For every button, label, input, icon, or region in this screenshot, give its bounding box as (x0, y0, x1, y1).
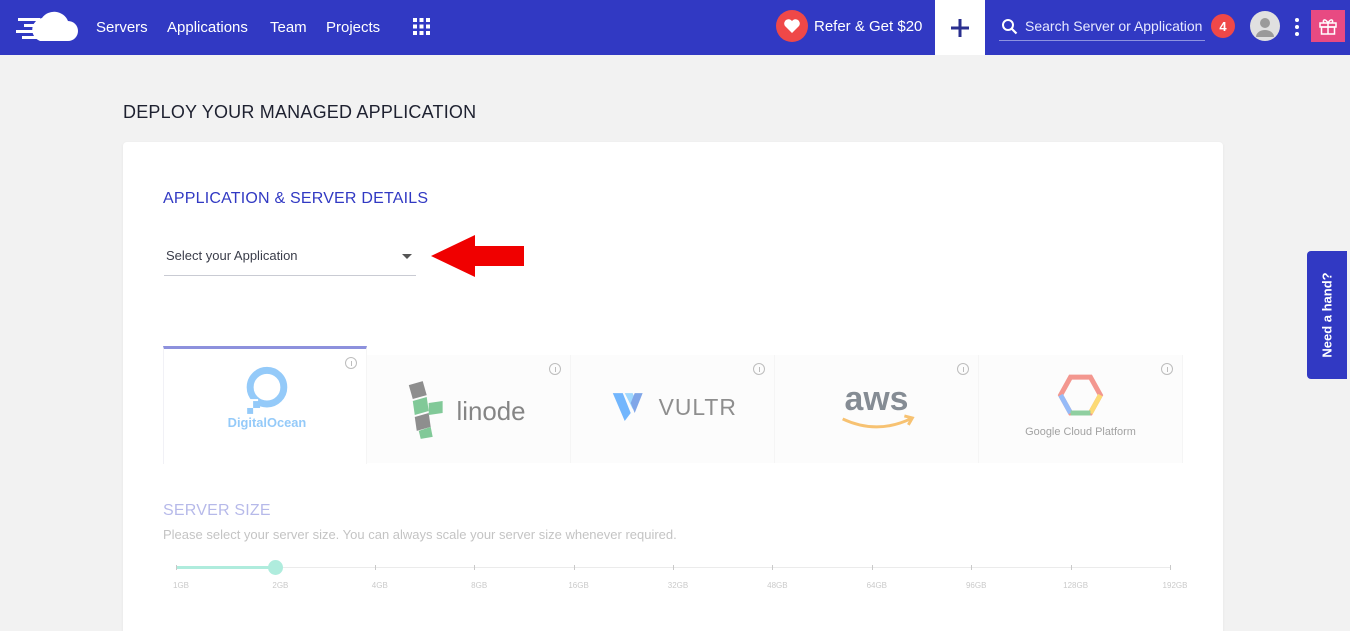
slider-tick (772, 565, 774, 570)
nav-applications[interactable]: Applications (167, 19, 248, 36)
slider-tick (374, 565, 376, 570)
heart-icon (776, 10, 808, 42)
kebab-menu-icon[interactable] (1293, 17, 1301, 37)
provider-vultr[interactable]: VULTR (571, 355, 775, 463)
user-icon (1256, 18, 1274, 37)
slider-fill (176, 566, 276, 569)
gift-icon (1319, 19, 1337, 35)
server-size-title: SERVER SIZE (163, 502, 271, 519)
refer-label: Refer & Get $20 (814, 17, 923, 35)
linode-logo: linode (408, 381, 526, 439)
application-select[interactable]: Select your Application (164, 240, 416, 276)
plus-icon (951, 18, 969, 37)
search-input[interactable] (1025, 14, 1205, 38)
server-size-option-48gb[interactable]: 48GB (767, 581, 787, 590)
provider-label-vultr: VULTR (659, 394, 737, 420)
nav-projects[interactable]: Projects (326, 19, 380, 36)
server-size-option-96gb[interactable]: 96GB (966, 581, 986, 590)
notification-badge[interactable]: 4 (1211, 14, 1235, 38)
provider-label-digitalocean: DigitalOcean (228, 415, 307, 430)
server-size-option-4gb[interactable]: 4GB (372, 581, 388, 590)
slider-tick (1170, 565, 1171, 570)
provider-label-linode: linode (457, 398, 526, 426)
top-navbar: Servers Applications Team Projects Refer… (0, 0, 1350, 55)
gift-button[interactable] (1311, 10, 1345, 42)
provider-label-gcp: Google Cloud Platform (1025, 426, 1136, 438)
avatar[interactable] (1250, 11, 1280, 41)
aws-logo: aws (842, 380, 915, 429)
provider-aws[interactable]: aws (775, 355, 979, 463)
caret-down-icon (402, 254, 412, 259)
provider-linode[interactable]: linode (367, 355, 571, 463)
provider-digitalocean[interactable]: DigitalOcean (163, 346, 367, 464)
nav-team[interactable]: Team (270, 19, 307, 36)
cloudways-logo[interactable] (16, 11, 78, 43)
slider-tick (573, 565, 575, 570)
page-title: DEPLOY YOUR MANAGED APPLICATION (123, 102, 477, 122)
search-icon (1002, 19, 1018, 35)
provider-list: DigitalOcean linode VULTR aws Google Clo… (163, 346, 1183, 464)
red-arrow-annotation (431, 235, 524, 277)
search-box (999, 14, 1205, 41)
slider-tick (673, 565, 674, 570)
apps-grid-icon[interactable] (413, 18, 430, 35)
nav-servers[interactable]: Servers (96, 19, 148, 36)
slider-tick (871, 565, 873, 570)
slider-tick (971, 565, 973, 570)
slider-tick (176, 565, 177, 570)
server-size-option-2gb[interactable]: 2GB (272, 581, 288, 590)
slider-tick (474, 565, 476, 570)
server-size-option-16gb[interactable]: 16GB (568, 581, 588, 590)
server-size-slider[interactable] (176, 560, 1171, 576)
provider-gcp[interactable]: Google Cloud Platform (979, 355, 1183, 463)
server-size-option-8gb[interactable]: 8GB (471, 581, 487, 590)
add-button[interactable] (935, 0, 985, 55)
server-size-option-1gb[interactable]: 1GB (173, 581, 189, 590)
server-size-option-64gb[interactable]: 64GB (867, 581, 887, 590)
server-size-description: Please select your server size. You can … (163, 527, 677, 542)
provider-label-aws: aws (845, 380, 909, 418)
vultr-logo: VULTR (612, 393, 737, 421)
application-select-label: Select your Application (166, 248, 298, 263)
help-tab-label: Need a hand? (1319, 272, 1335, 358)
slider-knob[interactable] (268, 560, 284, 575)
refer-button[interactable]: Refer & Get $20 (776, 10, 922, 42)
need-a-hand-tab[interactable]: Need a hand? (1307, 251, 1347, 379)
server-size-option-192gb[interactable]: 192GB (1163, 581, 1188, 590)
slider-tick (1070, 565, 1072, 570)
server-size-option-32gb[interactable]: 32GB (668, 581, 688, 590)
google-cloud-logo: Google Cloud Platform (1025, 374, 1136, 438)
server-size-option-128gb[interactable]: 128GB (1063, 581, 1088, 590)
section-title: APPLICATION & SERVER DETAILS (163, 190, 429, 207)
digitalocean-logo: DigitalOcean (228, 366, 307, 430)
